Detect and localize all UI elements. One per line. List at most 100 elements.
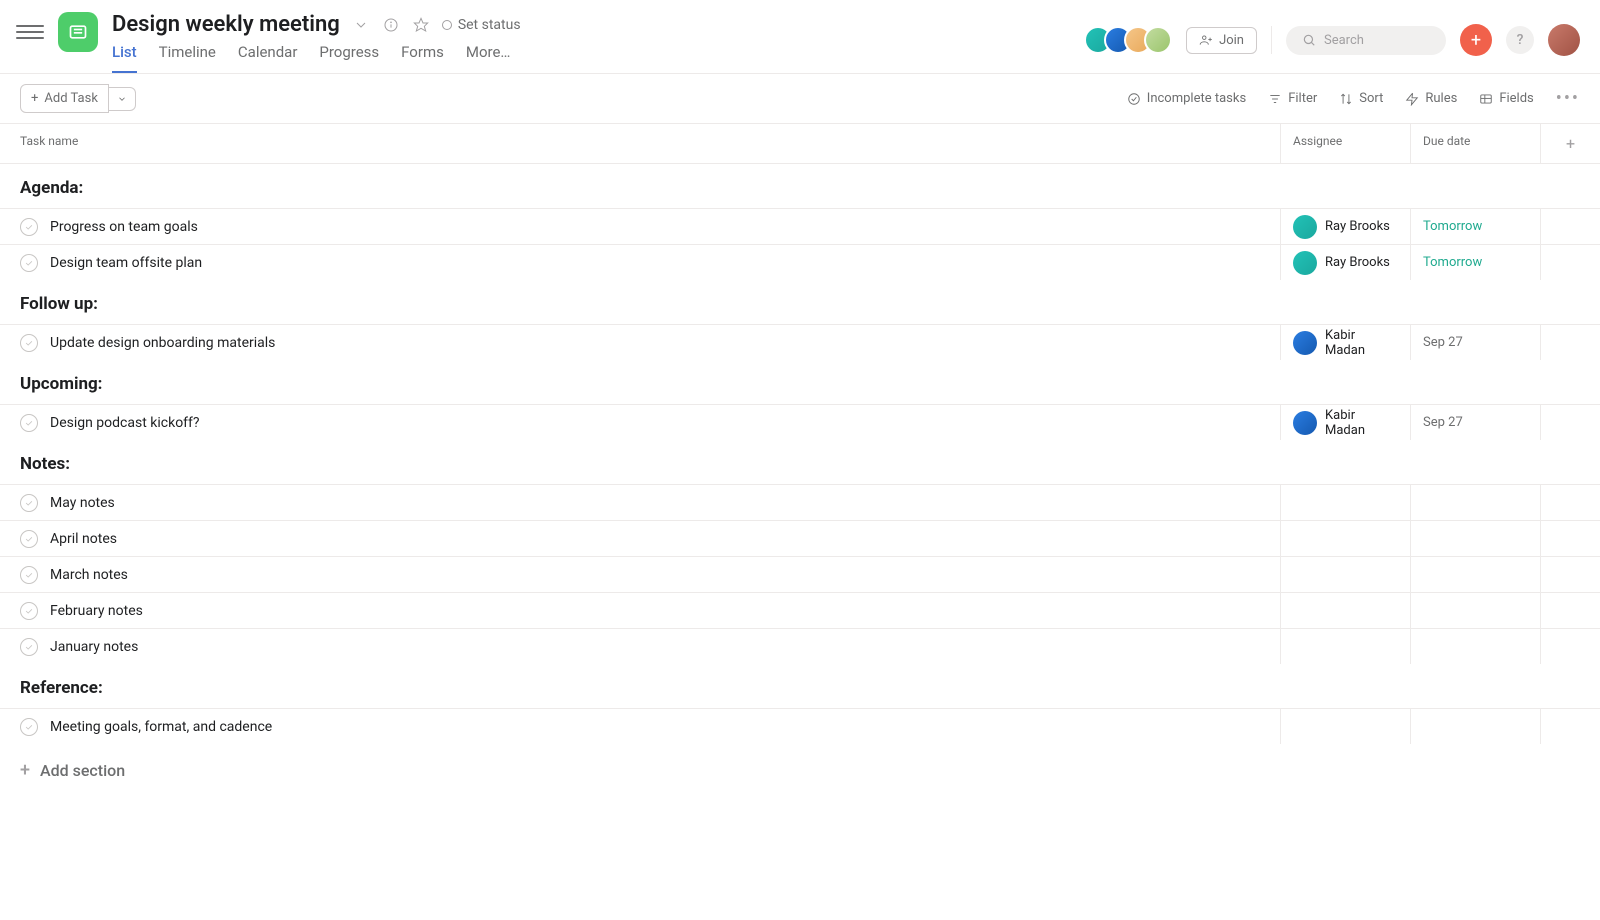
column-assignee[interactable]: Assignee [1280, 124, 1410, 163]
assignee-cell[interactable] [1280, 593, 1410, 628]
add-task-button[interactable]: + Add Task [20, 84, 109, 113]
due-date-cell[interactable] [1410, 709, 1540, 744]
task-name[interactable]: January notes [50, 639, 138, 655]
assignee-name: Kabir Madan [1325, 408, 1398, 438]
assignee-cell[interactable]: Ray Brooks [1280, 245, 1410, 280]
join-button[interactable]: Join [1186, 27, 1257, 54]
task-row[interactable]: April notes [0, 520, 1600, 556]
task-name[interactable]: February notes [50, 603, 143, 619]
assignee-cell[interactable]: Ray Brooks [1280, 209, 1410, 244]
task-row[interactable]: Design team offsite plan Ray Brooks Tomorr… [0, 244, 1600, 280]
project-icon[interactable] [58, 12, 98, 52]
due-date-cell[interactable]: Tomorrow [1410, 245, 1540, 280]
task-row[interactable]: Design podcast kickoff? Kabir Madan Sep 27 [0, 404, 1600, 440]
due-date-cell[interactable] [1410, 557, 1540, 592]
extra-cell [1540, 709, 1600, 744]
tab-progress[interactable]: Progress [319, 43, 379, 73]
task-name[interactable]: Design podcast kickoff? [50, 415, 200, 431]
complete-checkbox-icon[interactable] [20, 530, 38, 548]
due-date: Sep 27 [1423, 335, 1463, 350]
search-input[interactable]: Search [1286, 26, 1446, 55]
complete-checkbox-icon[interactable] [20, 638, 38, 656]
set-status-button[interactable]: Set status [442, 17, 521, 33]
section-title[interactable]: Notes: [0, 440, 1600, 484]
assignee-cell[interactable] [1280, 709, 1410, 744]
complete-checkbox-icon[interactable] [20, 602, 38, 620]
due-date-cell[interactable] [1410, 485, 1540, 520]
plus-icon: + [20, 760, 30, 781]
tab-more[interactable]: More… [466, 43, 511, 73]
menu-toggle-icon[interactable] [16, 18, 44, 46]
task-row[interactable]: Meeting goals, format, and cadence [0, 708, 1600, 744]
tab-forms[interactable]: Forms [401, 43, 444, 73]
filter-button[interactable]: Filter [1268, 91, 1317, 106]
task-name[interactable]: Design team offsite plan [50, 255, 202, 271]
task-name[interactable]: Update design onboarding materials [50, 335, 275, 351]
column-due-date[interactable]: Due date [1410, 124, 1540, 163]
task-name[interactable]: Progress on team goals [50, 219, 198, 235]
project-title[interactable]: Design weekly meeting [112, 12, 340, 37]
assignee-cell[interactable] [1280, 485, 1410, 520]
assignee-cell[interactable]: Kabir Madan [1280, 405, 1410, 440]
section-title[interactable]: Upcoming: [0, 360, 1600, 404]
more-actions-icon[interactable]: ••• [1556, 94, 1580, 104]
section-title[interactable]: Agenda: [0, 164, 1600, 208]
help-button[interactable]: ? [1506, 26, 1534, 54]
filter-incomplete[interactable]: Incomplete tasks [1127, 91, 1246, 106]
extra-cell [1540, 521, 1600, 556]
due-date-cell[interactable]: Tomorrow [1410, 209, 1540, 244]
star-icon[interactable] [412, 16, 430, 34]
complete-checkbox-icon[interactable] [20, 718, 38, 736]
extra-cell [1540, 245, 1600, 280]
task-row[interactable]: March notes [0, 556, 1600, 592]
tab-calendar[interactable]: Calendar [238, 43, 298, 73]
rules-button[interactable]: Rules [1405, 91, 1457, 106]
task-name[interactable]: April notes [50, 531, 117, 547]
due-date-cell[interactable] [1410, 521, 1540, 556]
column-task-name[interactable]: Task name [20, 124, 1280, 163]
assignee-cell[interactable] [1280, 521, 1410, 556]
tab-list[interactable]: List [112, 43, 137, 73]
assignee-cell[interactable]: Kabir Madan [1280, 325, 1410, 360]
complete-checkbox-icon[interactable] [20, 334, 38, 352]
add-column-button[interactable]: + [1540, 124, 1600, 163]
complete-checkbox-icon[interactable] [20, 414, 38, 432]
assignee-cell[interactable] [1280, 629, 1410, 664]
complete-checkbox-icon[interactable] [20, 254, 38, 272]
complete-checkbox-icon[interactable] [20, 494, 38, 512]
sort-label: Sort [1359, 91, 1383, 106]
tab-timeline[interactable]: Timeline [159, 43, 216, 73]
global-add-button[interactable]: + [1460, 24, 1492, 56]
add-task-dropdown[interactable] [109, 87, 136, 111]
due-date-cell[interactable] [1410, 593, 1540, 628]
task-row[interactable]: Progress on team goals Ray BrooksTomorrow [0, 208, 1600, 244]
complete-checkbox-icon[interactable] [20, 566, 38, 584]
extra-cell [1540, 593, 1600, 628]
add-section-button[interactable]: +Add section [0, 744, 1600, 797]
assignee-cell[interactable] [1280, 557, 1410, 592]
extra-cell [1540, 485, 1600, 520]
sort-button[interactable]: Sort [1339, 91, 1383, 106]
section-title[interactable]: Reference: [0, 664, 1600, 708]
section-title[interactable]: Follow up: [0, 280, 1600, 324]
due-date: Tomorrow [1423, 255, 1482, 270]
extra-cell [1540, 325, 1600, 360]
task-row[interactable]: February notes [0, 592, 1600, 628]
task-name[interactable]: Meeting goals, format, and cadence [50, 719, 272, 735]
member-avatar[interactable] [1144, 26, 1172, 54]
fields-button[interactable]: Fields [1479, 91, 1533, 106]
info-icon[interactable] [382, 16, 400, 34]
add-task-label: Add Task [44, 91, 98, 106]
chevron-down-icon[interactable] [352, 16, 370, 34]
due-date-cell[interactable] [1410, 629, 1540, 664]
project-members[interactable] [1084, 26, 1172, 54]
profile-avatar[interactable] [1548, 24, 1580, 56]
task-row[interactable]: May notes [0, 484, 1600, 520]
due-date-cell[interactable]: Sep 27 [1410, 405, 1540, 440]
task-row[interactable]: Update design onboarding materials Kabir … [0, 324, 1600, 360]
task-name[interactable]: May notes [50, 495, 115, 511]
due-date-cell[interactable]: Sep 27 [1410, 325, 1540, 360]
task-name[interactable]: March notes [50, 567, 128, 583]
task-row[interactable]: January notes [0, 628, 1600, 664]
complete-checkbox-icon[interactable] [20, 218, 38, 236]
